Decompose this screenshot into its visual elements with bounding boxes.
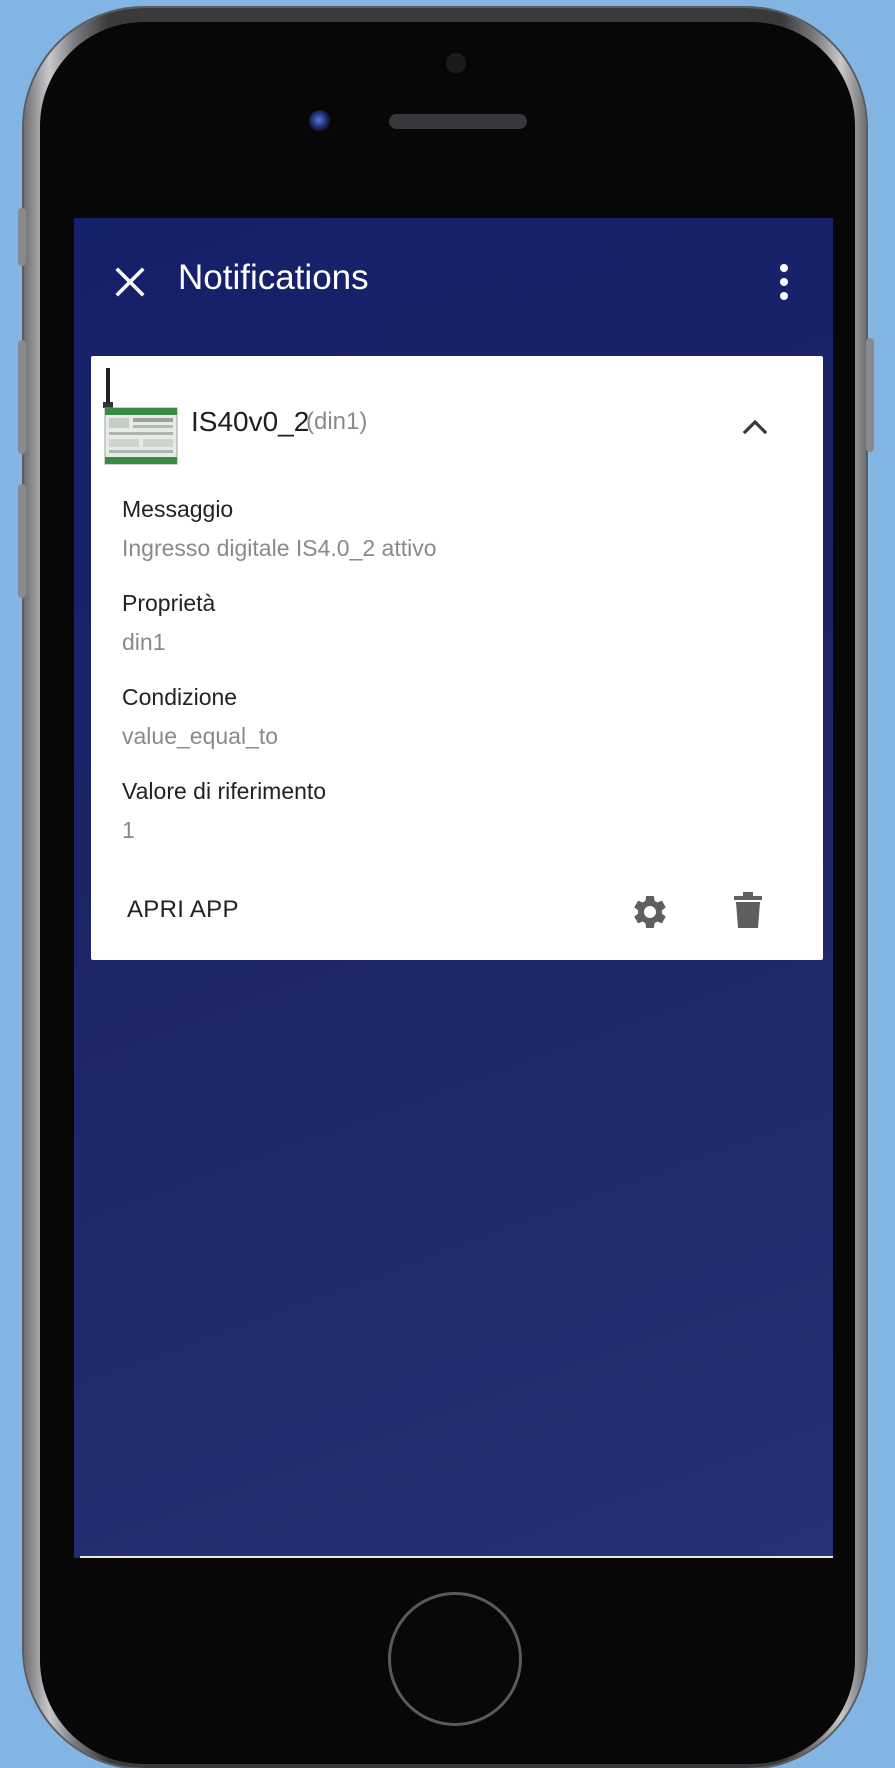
earpiece-speaker xyxy=(389,114,527,129)
delete-button[interactable] xyxy=(734,892,762,928)
device-name: IS40v0_2 xyxy=(191,406,310,437)
camera-lens xyxy=(309,110,331,132)
chevron-up-icon xyxy=(742,419,768,435)
field-label-condizione: Condizione xyxy=(122,684,238,710)
gear-icon xyxy=(634,896,666,928)
field-label-valore-riferimento: Valore di riferimento xyxy=(122,778,327,804)
volume-down-button xyxy=(18,484,26,598)
settings-button[interactable] xyxy=(630,892,670,932)
close-button[interactable] xyxy=(110,262,150,302)
front-camera xyxy=(446,53,466,73)
device-property: (din1) xyxy=(306,408,368,435)
more-vert-icon xyxy=(780,264,788,300)
close-icon xyxy=(115,267,145,297)
field-value-valore-riferimento: 1 xyxy=(122,817,135,843)
trash-icon xyxy=(734,892,762,928)
notification-card xyxy=(91,356,823,960)
field-label-proprieta: Proprietà xyxy=(122,590,216,616)
screen-bottom-divider xyxy=(80,1556,833,1558)
mute-switch xyxy=(18,208,26,266)
more-options-button[interactable] xyxy=(772,262,796,304)
power-button xyxy=(866,338,874,452)
device-thumbnail xyxy=(103,368,179,466)
collapse-button[interactable] xyxy=(737,414,773,438)
volume-up-button xyxy=(18,340,26,454)
home-button[interactable] xyxy=(388,1592,522,1726)
field-label-messaggio: Messaggio xyxy=(122,496,234,522)
field-value-messaggio: Ingresso digitale IS4.0_2 attivo xyxy=(122,535,437,561)
page-title: Notifications xyxy=(178,258,369,297)
field-value-condizione: value_equal_to xyxy=(122,723,279,749)
open-app-button[interactable]: APRI APP xyxy=(127,896,239,924)
field-value-proprieta: din1 xyxy=(122,629,166,655)
